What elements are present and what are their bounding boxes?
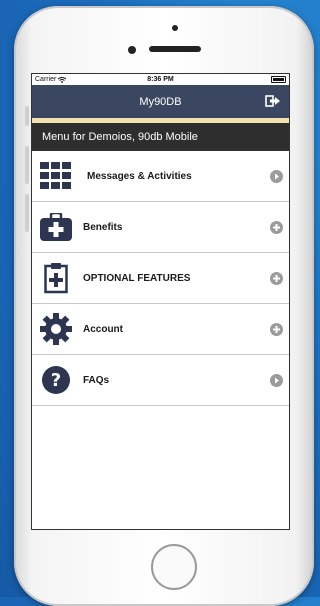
plus-icon (270, 271, 283, 285)
menu-item-label: FAQs (83, 374, 110, 386)
app-screen: Carrier 8:36 PM My90DB Menu for Demoios,… (31, 73, 290, 530)
menu-item-account[interactable]: Account (32, 304, 289, 355)
earpiece-speaker (149, 46, 201, 52)
menu-item-benefits[interactable]: Benefits (32, 202, 289, 253)
front-camera (128, 46, 136, 54)
nav-title: My90DB (139, 95, 182, 108)
sign-out-icon[interactable] (265, 93, 281, 109)
chevron-right-icon (270, 373, 283, 387)
status-time: 8:36 PM (147, 76, 174, 83)
menu-item-faqs[interactable]: ? FAQs (32, 355, 289, 406)
volume-up-button (25, 146, 29, 184)
clipboard-plus-icon (39, 261, 73, 295)
chevron-right-icon (270, 169, 283, 183)
menu-item-messages-activities[interactable]: Messages & Activities (32, 151, 289, 202)
battery-icon (271, 76, 286, 83)
menu-item-label: Account (83, 323, 123, 335)
menu-item-label: Messages & Activities (87, 170, 192, 182)
plus-icon (270, 322, 283, 336)
medical-kit-icon (39, 210, 73, 244)
plus-icon (270, 220, 283, 234)
menu-item-label: OPTIONAL FEATURES (83, 272, 191, 284)
grid-icon (39, 159, 73, 193)
menu-item-optional-features[interactable]: OPTIONAL FEATURES (32, 253, 289, 304)
svg-text:?: ? (51, 370, 61, 391)
menu-item-label: Benefits (83, 221, 123, 233)
menu-list: Messages & Activities Benefits OPTIONAL … (32, 151, 289, 406)
sensor-dot (172, 25, 178, 31)
gear-icon (39, 312, 73, 346)
volume-down-button (25, 194, 29, 232)
question-circle-icon: ? (39, 363, 73, 397)
menu-header: Menu for Demoios, 90db Mobile (32, 123, 289, 151)
mute-switch (25, 106, 29, 126)
nav-bar: My90DB (32, 85, 289, 118)
home-button[interactable] (151, 544, 197, 590)
status-bar: Carrier 8:36 PM (32, 74, 289, 85)
